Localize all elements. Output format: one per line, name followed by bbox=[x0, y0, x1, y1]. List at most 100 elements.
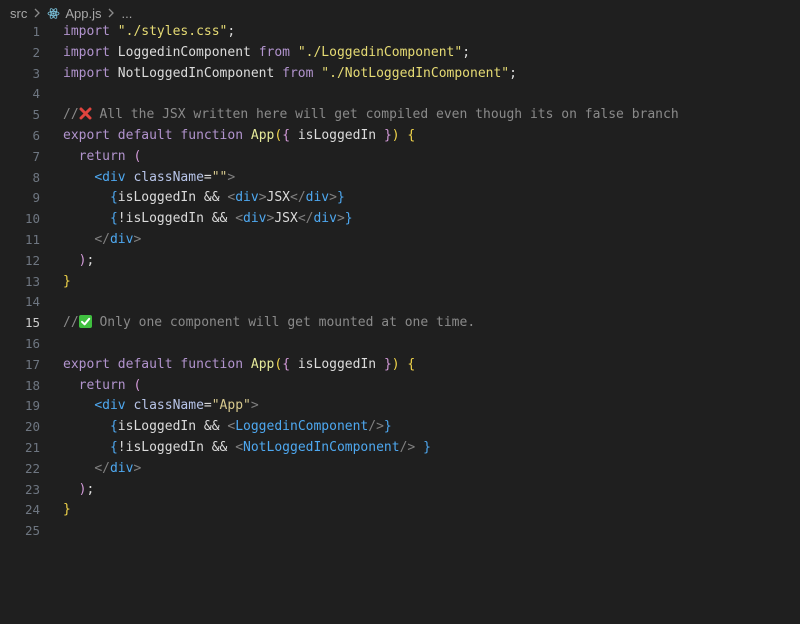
code-text: ); bbox=[63, 480, 95, 501]
code-text: return ( bbox=[63, 376, 142, 397]
code-line[interactable]: 17 export default function App({ isLogged… bbox=[0, 355, 800, 376]
code-token: App bbox=[250, 127, 275, 143]
code-line[interactable]: 8 <div className=""> bbox=[0, 168, 800, 189]
code-token: export bbox=[63, 127, 110, 143]
line-number: 18 bbox=[24, 377, 40, 393]
code-token: } bbox=[336, 190, 345, 206]
code-editor[interactable]: 1 import "./styles.css"; 2 import LoggedinC… bbox=[0, 22, 800, 542]
code-line[interactable]: 10 {!isLoggedIn && <div>JSX</div>} bbox=[0, 209, 800, 230]
cross-mark-icon bbox=[79, 107, 92, 120]
code-token: ; bbox=[86, 481, 95, 497]
code-line[interactable]: 23 ); bbox=[0, 480, 800, 501]
code-line[interactable]: 2 import LoggedinComponent from "./Logged… bbox=[0, 43, 800, 64]
code-line[interactable]: 4 bbox=[0, 84, 800, 105]
code-token: return bbox=[63, 148, 126, 164]
code-line[interactable]: 11 </div> bbox=[0, 230, 800, 251]
line-number: 8 bbox=[32, 169, 40, 185]
code-line[interactable]: 7 return ( bbox=[0, 147, 800, 168]
code-line[interactable]: 20 {isLoggedIn && <LoggedinComponent/>} bbox=[0, 417, 800, 438]
code-token: "./styles.css" bbox=[117, 24, 228, 39]
code-text: import "./styles.css"; bbox=[63, 22, 235, 43]
code-token: div bbox=[109, 460, 134, 476]
line-number: 16 bbox=[24, 335, 40, 351]
line-number: 2 bbox=[32, 44, 40, 60]
code-token: <div bbox=[94, 169, 126, 185]
line-number: 5 bbox=[32, 107, 40, 123]
code-token: } bbox=[63, 502, 71, 518]
code-token: LoggedinComponent bbox=[235, 419, 369, 435]
code-token: < bbox=[235, 439, 244, 455]
code-token: ( bbox=[274, 127, 283, 143]
code-token: /> bbox=[368, 419, 384, 435]
code-text: {!isLoggedIn && <NotLoggedInComponent/> … bbox=[63, 438, 431, 459]
code-token: div bbox=[305, 190, 330, 206]
code-line[interactable]: 5 // All the JSX written here will get co… bbox=[0, 105, 800, 126]
code-token: } bbox=[383, 419, 392, 435]
line-number: 9 bbox=[32, 190, 40, 206]
code-token: ; bbox=[227, 24, 236, 39]
line-number: 10 bbox=[24, 211, 40, 227]
code-token: div bbox=[313, 211, 337, 227]
code-token: > bbox=[133, 231, 142, 247]
code-line[interactable]: 1 import "./styles.css"; bbox=[0, 22, 800, 43]
code-token: JSX bbox=[274, 211, 298, 227]
code-token: ; bbox=[509, 65, 517, 81]
code-token: ( bbox=[274, 356, 283, 372]
code-token: } bbox=[383, 127, 392, 143]
code-token: !isLoggedIn && bbox=[117, 211, 236, 227]
code-text: <div className="App"> bbox=[63, 396, 259, 417]
breadcrumb-file[interactable]: App.js bbox=[65, 6, 101, 21]
code-token: JSX bbox=[266, 190, 290, 206]
code-token: { bbox=[109, 439, 118, 455]
code-line[interactable]: 13} bbox=[0, 272, 800, 293]
code-token: > bbox=[250, 398, 259, 414]
breadcrumb-more[interactable]: ... bbox=[121, 6, 132, 21]
code-text: </div> bbox=[63, 459, 141, 480]
code-line[interactable]: 6 export default function App({ isLoggedI… bbox=[0, 126, 800, 147]
code-line[interactable]: 21 {!isLoggedIn && <NotLoggedInComponent… bbox=[0, 438, 800, 459]
code-token: } bbox=[344, 211, 353, 227]
code-text: // All the JSX written here will get com… bbox=[63, 105, 679, 126]
code-token: // bbox=[63, 107, 79, 123]
code-text: <div className=""> bbox=[63, 168, 235, 189]
code-token: > bbox=[227, 169, 236, 185]
code-line[interactable]: 14 bbox=[0, 292, 800, 313]
code-line[interactable]: 16 bbox=[0, 334, 800, 355]
line-number: 22 bbox=[24, 460, 40, 476]
code-token: Only one component will get mounted at o… bbox=[91, 315, 476, 331]
code-line[interactable]: 19 <div className="App"> bbox=[0, 396, 800, 417]
code-line[interactable]: 22 </div> bbox=[0, 459, 800, 480]
code-token: > bbox=[133, 460, 142, 476]
code-text: {isLoggedIn && <div>JSX</div>} bbox=[63, 188, 345, 209]
code-line[interactable]: 9 {isLoggedIn && <div>JSX</div>} bbox=[0, 188, 800, 209]
code-text: {!isLoggedIn && <div>JSX</div>} bbox=[63, 209, 353, 230]
code-line[interactable]: 18 return ( bbox=[0, 376, 800, 397]
code-token: import bbox=[63, 44, 110, 60]
code-line[interactable]: 3 import NotLoggedInComponent from "./Not… bbox=[0, 64, 800, 85]
code-text: {isLoggedIn && <LoggedinComponent/>} bbox=[63, 417, 392, 438]
code-token: "App" bbox=[211, 398, 251, 414]
code-token: className bbox=[133, 398, 204, 414]
breadcrumb-folder[interactable]: src bbox=[10, 6, 27, 21]
code-line[interactable]: 15 // Only one component will get mounted… bbox=[0, 313, 800, 334]
code-token: All the JSX written here will get compil… bbox=[91, 107, 679, 123]
line-number: 7 bbox=[32, 148, 40, 164]
code-token: "" bbox=[211, 169, 228, 185]
code-token: </ bbox=[297, 211, 314, 227]
code-token: import bbox=[63, 65, 110, 81]
code-line[interactable]: 24} bbox=[0, 500, 800, 521]
code-token: <div bbox=[94, 398, 126, 414]
code-token: ( bbox=[133, 377, 142, 393]
code-line[interactable]: 12 ); bbox=[0, 251, 800, 272]
line-number: 24 bbox=[24, 502, 40, 518]
code-token: function bbox=[180, 356, 244, 372]
code-line[interactable]: 25 bbox=[0, 521, 800, 542]
code-token: { bbox=[109, 419, 118, 435]
